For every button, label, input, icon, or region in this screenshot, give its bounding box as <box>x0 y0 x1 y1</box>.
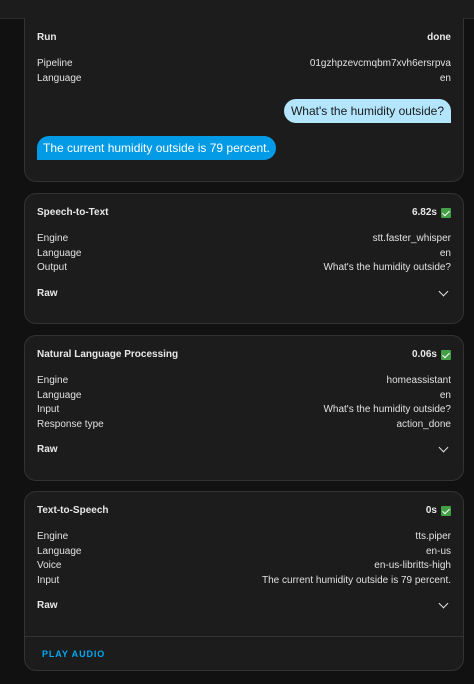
detail-label: Engine <box>37 375 69 386</box>
detail-row: Voice en-us-libritts-high <box>37 559 451 574</box>
stt-card: Speech-to-Text 6.82s Engine stt.faster_w… <box>24 193 464 324</box>
detail-row: Language en <box>37 389 451 404</box>
nlp-header: Natural Language Processing 0.06s <box>37 349 451 360</box>
detail-label: Engine <box>37 233 69 244</box>
run-status: done <box>427 32 451 43</box>
detail-value: en <box>439 389 451 401</box>
detail-value: homeassistant <box>386 375 451 386</box>
check-icon <box>441 207 451 218</box>
detail-label: Language <box>37 72 82 84</box>
raw-label: Raw <box>37 288 58 299</box>
detail-label: Response type <box>37 418 104 430</box>
raw-label: Raw <box>37 600 58 611</box>
detail-row: Language en <box>37 72 451 87</box>
detail-row: Output What's the humidity outside? <box>37 261 451 276</box>
card-actions-divider <box>25 636 463 637</box>
detail-row: Language en <box>37 247 451 262</box>
detail-value: 01gzhpzevcmqbm7xvh6ersrpva <box>309 58 451 69</box>
agent-message-bubble: The current humidity outside is 79 perce… <box>37 136 276 160</box>
stt-time: 6.82s <box>411 207 437 218</box>
nlp-details: Engine homeassistant Language en Input W… <box>37 374 451 432</box>
check-icon <box>441 505 451 516</box>
chevron-down-icon[interactable] <box>438 442 449 453</box>
tts-title: Text-to-Speech <box>37 505 109 516</box>
detail-label: Output <box>37 262 68 274</box>
tts-card: Text-to-Speech 0s Engine tts.piper Langu… <box>24 491 464 671</box>
detail-label: Voice <box>37 560 62 572</box>
detail-label: Input <box>37 574 60 586</box>
tts-raw-expander[interactable]: Raw <box>37 598 451 611</box>
detail-row: Response type action_done <box>37 418 451 433</box>
run-details: Pipeline 01gzhpzevcmqbm7xvh6ersrpva Lang… <box>37 57 451 86</box>
nlp-card: Natural Language Processing 0.06s Engine… <box>24 335 464 481</box>
chevron-down-icon[interactable] <box>438 286 449 297</box>
detail-label: Language <box>37 247 82 259</box>
detail-value: stt.faster_whisper <box>372 233 451 244</box>
detail-row: Engine tts.piper <box>37 530 451 545</box>
detail-row: Engine stt.faster_whisper <box>37 232 451 247</box>
tts-details: Engine tts.piper Language en-us Voice en… <box>37 530 451 588</box>
detail-label: Engine <box>37 531 69 542</box>
raw-label: Raw <box>37 444 58 455</box>
stt-details: Engine stt.faster_whisper Language en Ou… <box>37 232 451 276</box>
nlp-title: Natural Language Processing <box>37 349 179 360</box>
detail-value: en <box>439 72 451 84</box>
stt-header: Speech-to-Text 6.82s <box>37 207 451 218</box>
detail-row: Language en-us <box>37 545 451 560</box>
detail-label: Language <box>37 389 82 401</box>
tts-time: 0s <box>425 505 437 516</box>
detail-value: en <box>439 247 451 259</box>
stt-title: Speech-to-Text <box>37 207 109 218</box>
nlp-time: 0.06s <box>411 349 437 360</box>
detail-value: en-us-libritts-high <box>374 560 451 572</box>
detail-row: Input The current humidity outside is 79… <box>37 574 451 589</box>
detail-value: What's the humidity outside? <box>323 404 451 416</box>
detail-row: Engine homeassistant <box>37 374 451 389</box>
detail-value: The current humidity outside is 79 perce… <box>262 574 451 586</box>
top-app-bar <box>0 0 474 19</box>
detail-value: action_done <box>396 418 452 430</box>
chevron-down-icon[interactable] <box>438 598 449 609</box>
detail-label: Language <box>37 545 82 557</box>
check-icon <box>441 349 451 360</box>
detail-label: Input <box>37 404 60 416</box>
run-card: Run done Pipeline 01gzhpzevcmqbm7xvh6ers… <box>24 18 464 182</box>
tts-header: Text-to-Speech 0s <box>37 505 451 516</box>
play-audio-button[interactable]: PLAY AUDIO <box>42 649 105 659</box>
run-title: Run <box>37 32 57 43</box>
detail-value: What's the humidity outside? <box>323 262 451 274</box>
detail-label: Pipeline <box>37 58 73 69</box>
run-header: Run done <box>37 32 451 43</box>
user-message-bubble: What's the humidity outside? <box>283 99 451 123</box>
detail-value: en-us <box>425 545 451 557</box>
detail-row: Pipeline 01gzhpzevcmqbm7xvh6ersrpva <box>37 57 451 72</box>
stt-raw-expander[interactable]: Raw <box>37 286 451 299</box>
nlp-raw-expander[interactable]: Raw <box>37 442 451 455</box>
detail-value: tts.piper <box>415 531 451 542</box>
detail-row: Input What's the humidity outside? <box>37 403 451 418</box>
